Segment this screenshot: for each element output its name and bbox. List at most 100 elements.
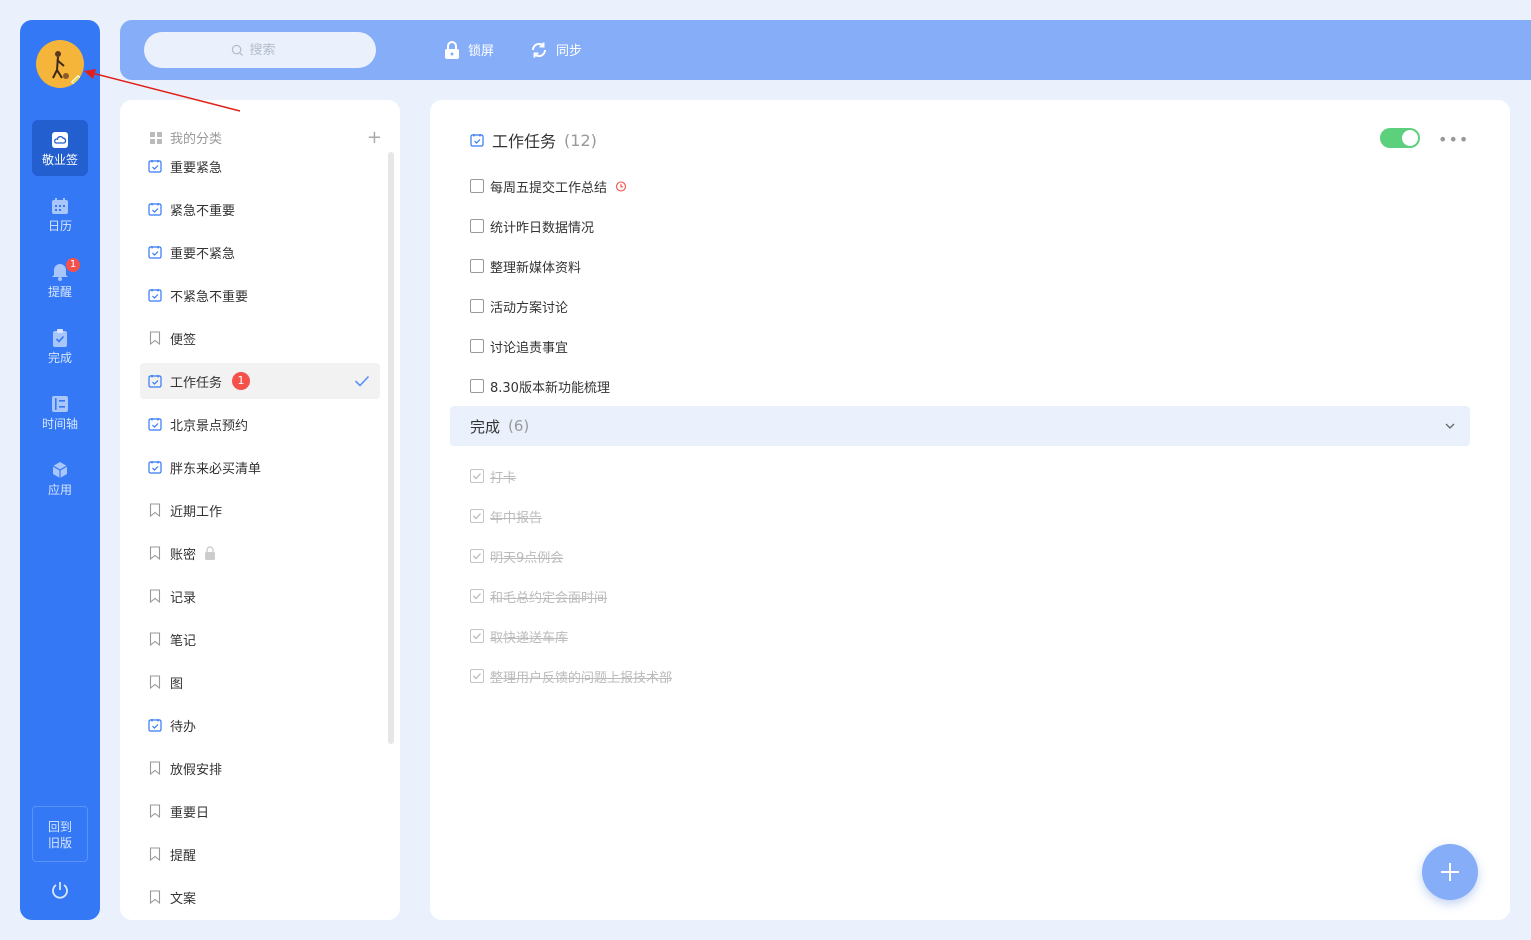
category-item[interactable]: 工作任务 1 <box>140 363 380 399</box>
rail-item-reminders[interactable]: 1 提醒 <box>32 252 88 308</box>
category-item[interactable]: 待办 <box>140 707 380 743</box>
category-item[interactable]: 胖东来必买清单 <box>140 449 380 485</box>
completed-item[interactable]: 整理用户反馈的问题上报技术部 <box>470 656 1470 696</box>
rail-item-calendar[interactable]: 日历 <box>32 186 88 242</box>
category-item[interactable]: 图 <box>140 664 380 700</box>
more-options-icon[interactable]: ••• <box>1438 130 1469 149</box>
grid-icon <box>150 131 162 144</box>
rail-item-apps[interactable]: 应用 <box>32 450 88 506</box>
todo-checkbox[interactable] <box>470 379 484 393</box>
bookmark-icon <box>149 847 161 861</box>
completed-checkbox[interactable] <box>470 469 484 483</box>
completed-checkbox[interactable] <box>470 589 484 603</box>
todo-item[interactable]: 8.30版本新功能梳理 <box>470 366 1470 406</box>
todo-checkbox[interactable] <box>470 219 484 233</box>
completed-section-header[interactable]: 完成 (6) <box>450 406 1470 446</box>
task-icon <box>148 289 162 302</box>
category-label: 胖东来必买清单 <box>170 461 262 477</box>
completed-checkbox[interactable] <box>470 549 484 563</box>
completed-checkbox[interactable] <box>470 509 484 523</box>
category-list: 重要紧急紧急不重要重要不紧急不紧急不重要便签工作任务 1 北京景点预约 胖东来必买清单… <box>140 148 380 920</box>
completed-text: 年中报告 <box>490 510 543 526</box>
category-label: 重要不紧急 <box>170 246 236 262</box>
list-count: (12) <box>564 130 597 150</box>
todo-item[interactable]: 统计昨日数据情况 <box>470 206 1470 246</box>
completed-item[interactable]: 和毛总约定会面时间 <box>470 576 1470 616</box>
category-item[interactable]: 不紧急不重要 <box>140 277 380 313</box>
bookmark-icon <box>149 589 161 603</box>
main-panel: 工作任务 (12) ••• 每周五提交工作总结 统计昨日数据情况 整理新媒体资料 活动… <box>430 100 1510 920</box>
rail-item-label: 敬业签 <box>41 153 78 167</box>
bookmark-icon <box>149 761 161 775</box>
category-item[interactable]: 账密 <box>140 535 380 571</box>
check-icon <box>473 633 481 640</box>
sync-button[interactable]: 同步 <box>530 40 582 59</box>
category-scrollbar[interactable] <box>388 152 394 744</box>
completed-text: 和毛总约定会面时间 <box>490 590 608 606</box>
category-item[interactable]: 笔记 <box>140 621 380 657</box>
calendar-icon <box>52 198 68 214</box>
category-label: 图 <box>170 676 184 692</box>
completed-item[interactable]: 年中报告 <box>470 496 1470 536</box>
search-box[interactable] <box>144 32 376 68</box>
category-badge: 1 <box>232 372 251 390</box>
todo-text: 8.30版本新功能梳理 <box>490 380 610 396</box>
todo-item[interactable]: 讨论追责事宜 <box>470 326 1470 366</box>
todo-item[interactable]: 每周五提交工作总结 <box>470 166 1470 206</box>
completed-checkbox[interactable] <box>470 629 484 643</box>
add-todo-button[interactable] <box>1422 844 1478 900</box>
top-bar: 锁屏 同步 <box>120 20 1531 80</box>
category-item[interactable]: 重要不紧急 <box>140 234 380 270</box>
nav-rail: 敬业签 日历 1 提醒 完成 时间轴 应用 回到 旧版 <box>20 20 100 920</box>
completed-checkbox[interactable] <box>470 669 484 683</box>
check-icon <box>473 673 481 680</box>
todo-item[interactable]: 活动方案讨论 <box>470 286 1470 326</box>
todo-checkbox[interactable] <box>470 299 484 313</box>
todo-text: 每周五提交工作总结 <box>490 180 608 196</box>
category-title: 我的分类 <box>170 132 223 147</box>
todo-checkbox[interactable] <box>470 339 484 353</box>
category-item[interactable]: 北京景点预约 <box>140 406 380 442</box>
category-label: 近期工作 <box>170 504 223 520</box>
task-icon <box>148 203 162 216</box>
category-item[interactable]: 近期工作 <box>140 492 380 528</box>
category-header: 我的分类 + <box>150 128 382 147</box>
bookmark-icon <box>149 804 161 818</box>
add-category-button[interactable]: + <box>367 128 382 146</box>
category-label: 北京景点预约 <box>170 418 249 434</box>
category-label: 账密 <box>170 547 197 563</box>
todo-text: 整理新媒体资料 <box>490 260 582 276</box>
search-input[interactable] <box>249 42 290 58</box>
back-to-old-version-button[interactable]: 回到 旧版 <box>32 806 88 862</box>
check-icon <box>473 473 481 480</box>
category-item[interactable]: 放假安排 <box>140 750 380 786</box>
completed-list: 打卡年中报告明天9点例会和毛总约定会面时间取快递送车库 整理用户反馈的问题上报技术… <box>470 456 1470 696</box>
list-toggle-switch[interactable] <box>1380 128 1420 148</box>
category-item[interactable]: 提醒 <box>140 836 380 872</box>
category-item[interactable]: 重要日 <box>140 793 380 829</box>
plus-icon <box>1441 863 1459 881</box>
category-item[interactable]: 记录 <box>140 578 380 614</box>
rail-item-done[interactable]: 完成 <box>32 318 88 374</box>
category-item[interactable]: 紧急不重要 <box>140 191 380 227</box>
completed-item[interactable]: 明天9点例会 <box>470 536 1470 576</box>
category-item[interactable]: 重要紧急 <box>140 148 380 184</box>
completed-item[interactable]: 取快递送车库 <box>470 616 1470 656</box>
todo-checkbox[interactable] <box>470 259 484 273</box>
category-item[interactable]: 便签 <box>140 320 380 356</box>
lock-screen-button[interactable]: 锁屏 <box>444 40 494 59</box>
check-icon <box>473 553 481 560</box>
check-icon <box>473 593 481 600</box>
category-item[interactable]: 文案 <box>140 879 380 915</box>
todo-item[interactable]: 整理新媒体资料 <box>470 246 1470 286</box>
rail-item-timeline[interactable]: 时间轴 <box>32 384 88 440</box>
rail-item-notes[interactable]: 敬业签 <box>32 120 88 176</box>
completed-item[interactable]: 打卡 <box>470 456 1470 496</box>
power-icon[interactable] <box>50 880 70 900</box>
todo-checkbox[interactable] <box>470 179 484 193</box>
search-icon <box>231 44 243 56</box>
avatar[interactable] <box>36 40 84 88</box>
chevron-down-icon <box>1445 423 1455 429</box>
todo-list: 每周五提交工作总结统计昨日数据情况整理新媒体资料活动方案讨论 讨论追责事宜 8.30… <box>470 166 1470 406</box>
category-label: 不紧急不重要 <box>170 289 249 305</box>
